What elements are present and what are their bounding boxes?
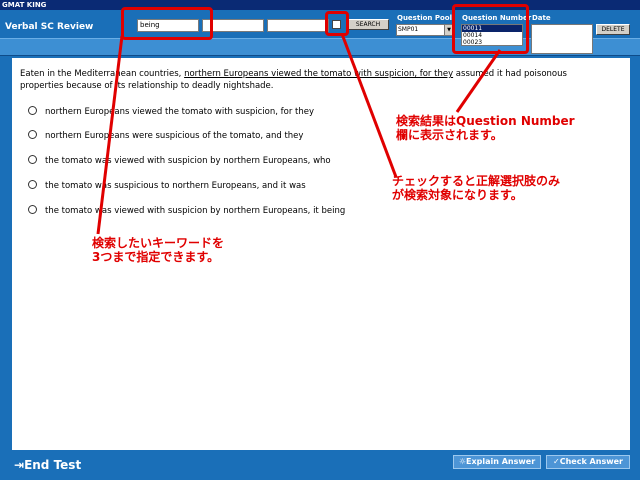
- result-note-line-1: 検索結果はQuestion Number: [396, 114, 575, 128]
- keyword-note-line-2: 3つまで指定できます。: [92, 250, 220, 264]
- checkbox-note: チェックすると正解選択肢のみ が検索対象になります。: [392, 174, 560, 202]
- checkbox-note-line-2: が検索対象になります。: [392, 188, 523, 202]
- checkbox-note-line-1: チェックすると正解選択肢のみ: [392, 174, 561, 188]
- keyword-note-line-1: 検索したいキーワードを: [92, 236, 225, 250]
- checkbox-pointer-line: [340, 33, 398, 178]
- result-pointer-line: [455, 49, 502, 113]
- keyword-pointer-line: [96, 35, 124, 235]
- keyword-note: 検索したいキーワードを 3つまで指定できます。: [92, 236, 224, 264]
- result-note: 検索結果はQuestion Number 欄に表示されます。: [396, 114, 575, 142]
- result-note-line-2: 欄に表示されます。: [396, 128, 503, 142]
